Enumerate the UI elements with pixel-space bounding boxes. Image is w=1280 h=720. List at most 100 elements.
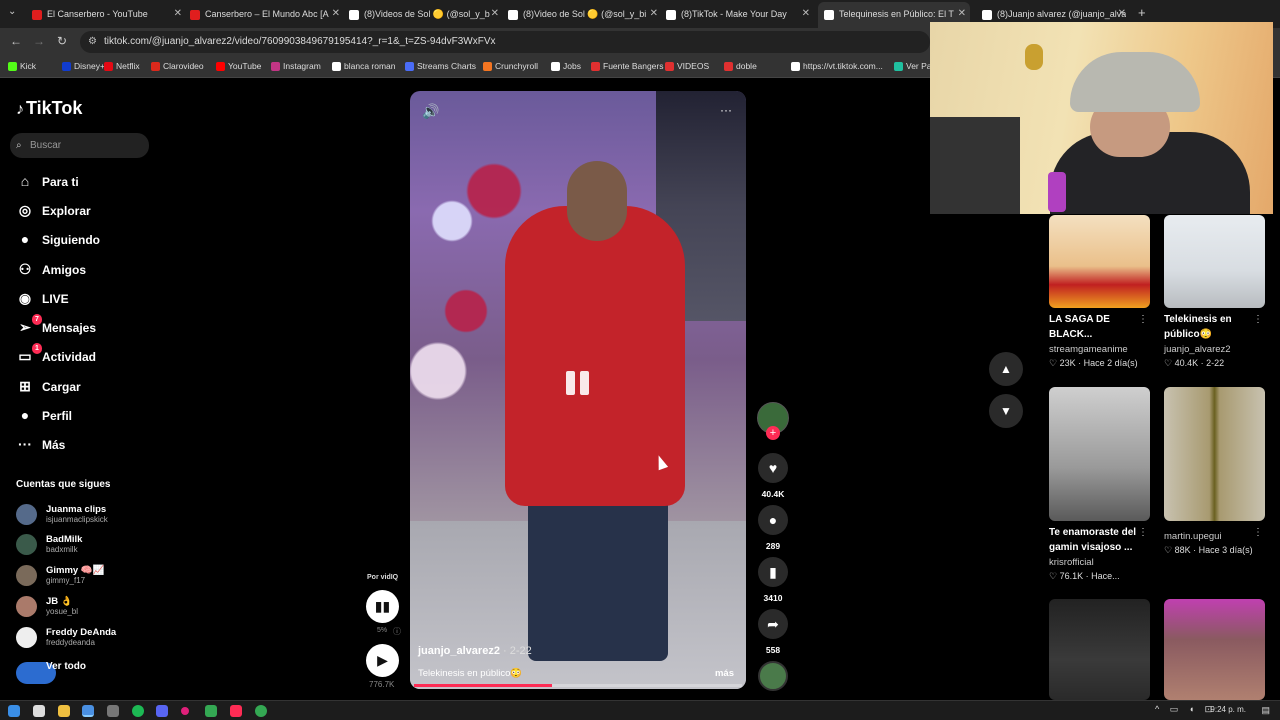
previous-video-button[interactable]: ▲	[989, 352, 1023, 386]
browser-tab[interactable]: Canserbero – El Mundo Abc [A ✕	[190, 4, 340, 24]
task-view-icon[interactable]	[33, 705, 45, 717]
bookmark-icon[interactable]: ▮	[758, 557, 788, 587]
related-video-card[interactable]: ⋮ Telekinesis en público😳 juanjo_alvarez…	[1164, 215, 1265, 369]
comment-icon[interactable]: ●	[758, 505, 788, 535]
card-title[interactable]: Te enamoraste del gamin visajoso ...	[1049, 525, 1150, 555]
browser-tab[interactable]: El Canserbero - YouTube ✕	[32, 4, 182, 24]
tiktok-logo[interactable]: ♪ TikTok	[16, 98, 82, 119]
account-name[interactable]: Juanma clips	[46, 504, 106, 515]
volume-icon[interactable]: 🔊	[422, 103, 439, 120]
avatar[interactable]	[16, 504, 37, 525]
music-disc-avatar[interactable]	[758, 661, 788, 691]
windows-start-icon[interactable]	[8, 705, 20, 717]
sidebar-item-home[interactable]: ⌂ Para ti	[16, 171, 79, 191]
chrome-icon[interactable]	[82, 705, 94, 717]
sidebar-item-activity[interactable]: ▭ 1 Actividad	[16, 343, 96, 366]
bookmark-item[interactable]: Clarovideo	[151, 61, 204, 72]
url-bar[interactable]: ⚙ tiktok.com/@juanjo_alvarez2/video/7609…	[80, 31, 930, 53]
play-button[interactable]: ▶	[366, 644, 399, 677]
close-tab-icon[interactable]: ✕	[491, 4, 499, 24]
heart-icon[interactable]: ♥	[758, 453, 788, 483]
comment-action[interactable]: ● 289	[758, 505, 788, 551]
video-author[interactable]: juanjo_alvarez2 · 2-22	[418, 645, 532, 657]
sidebar-item-more[interactable]: ··· Más	[16, 434, 65, 454]
card-author[interactable]: streamgameanime	[1049, 344, 1150, 355]
forward-icon[interactable]: →	[33, 34, 45, 48]
card-author[interactable]: krisrofficial	[1049, 557, 1150, 568]
chrome-profile-icon[interactable]	[255, 705, 267, 717]
account-name[interactable]: JB 👌	[46, 596, 73, 607]
site-info-icon[interactable]: ⚙	[88, 31, 97, 53]
share-icon[interactable]: ➦	[758, 609, 788, 639]
video-progress-bar[interactable]	[414, 684, 742, 687]
discord-icon[interactable]	[156, 705, 168, 717]
sidebar-item-friends[interactable]: ⚇ Amigos	[16, 259, 86, 279]
reload-icon[interactable]: ↻	[57, 34, 67, 48]
video-thumbnail[interactable]	[1049, 599, 1150, 700]
related-video-card[interactable]: ⋮ martin.upegui ♡ 88K · Hace 3 día(s)	[1164, 387, 1265, 556]
following-account[interactable]: BadMilk badxmilk	[16, 534, 146, 558]
card-menu-icon[interactable]: ⋮	[1253, 314, 1263, 325]
system-tray[interactable]: ^ ▭ ◖ ⊡	[1155, 704, 1216, 715]
bookmark-item[interactable]: VIDEOS	[665, 61, 709, 72]
video-player[interactable]: 🔊 ··· juanjo_alvarez2 · 2-22 Telekinesis…	[410, 91, 746, 689]
tiktok-app-icon[interactable]	[230, 705, 242, 717]
related-video-card[interactable]	[1164, 599, 1265, 700]
clock-app-icon[interactable]	[107, 705, 119, 717]
close-tab-icon[interactable]: ✕	[332, 4, 340, 24]
tab-search-icon[interactable]: ⌄	[8, 6, 16, 17]
card-menu-icon[interactable]: ⋮	[1253, 527, 1263, 538]
pause-icon[interactable]	[563, 371, 593, 405]
recording-icon[interactable]	[181, 707, 189, 715]
following-account[interactable]: Juanma clips isjuanmaclipskick	[16, 504, 146, 528]
save-action[interactable]: ▮ 3410	[758, 557, 788, 603]
avatar[interactable]	[16, 565, 37, 586]
sidebar-item-compass[interactable]: ◎ Explorar	[16, 200, 91, 220]
bookmark-item[interactable]: doble	[724, 61, 757, 72]
following-account[interactable]: JB 👌 yosue_bl	[16, 596, 146, 620]
like-action[interactable]: ♥ 40.4K	[758, 453, 788, 499]
more-options-icon[interactable]: ···	[720, 103, 732, 117]
bookmark-item[interactable]: Netflix	[104, 61, 140, 72]
close-tab-icon[interactable]: ✕	[650, 4, 658, 24]
browser-tab[interactable]: (8)Juanjo alvarez (@juanjo_alva ✕	[982, 4, 1126, 24]
card-author[interactable]: juanjo_alvarez2	[1164, 344, 1265, 355]
bookmark-item[interactable]: Fuente Bangers	[591, 61, 663, 72]
account-name[interactable]: Freddy DeAnda	[46, 627, 116, 638]
avatar[interactable]	[16, 596, 37, 617]
next-video-button[interactable]: ▼	[989, 394, 1023, 428]
account-name[interactable]: BadMilk	[46, 534, 82, 545]
bookmark-item[interactable]: Streams Charts	[405, 61, 476, 72]
video-thumbnail[interactable]	[1164, 599, 1265, 700]
author-name[interactable]: juanjo_alvarez2	[418, 645, 500, 657]
follow-plus-icon[interactable]: +	[766, 426, 780, 440]
card-menu-icon[interactable]: ⋮	[1138, 314, 1148, 325]
card-title[interactable]: LA SAGA DE BLACK...	[1049, 312, 1150, 342]
video-thumbnail[interactable]	[1164, 215, 1265, 308]
sidebar-item-following-avatar[interactable]: ● Siguiendo	[16, 229, 100, 249]
card-author[interactable]: martin.upegui	[1164, 531, 1265, 542]
bookmark-item[interactable]: YouTube	[216, 61, 261, 72]
related-video-card[interactable]	[1049, 599, 1150, 700]
notification-icon[interactable]: ▤	[1261, 705, 1270, 716]
vidiq-stats-button[interactable]: ▮▮	[366, 590, 399, 623]
browser-tab[interactable]: (8)Video de Sol 🟡 (@sol_y_bi ✕	[508, 4, 658, 24]
video-thumbnail[interactable]	[1164, 387, 1265, 521]
sidebar-item-upload[interactable]: ⊞ Cargar	[16, 376, 81, 396]
bookmark-item[interactable]: Instagram	[271, 61, 321, 72]
sidebar-item-messages[interactable]: ➢ 7 Mensajes	[16, 314, 96, 337]
video-thumbnail[interactable]	[1049, 387, 1150, 521]
bookmark-item[interactable]: Jobs	[551, 61, 581, 72]
chrome-profile-icon[interactable]	[205, 705, 217, 717]
browser-tab[interactable]: (8)TikTok - Make Your Day ✕	[666, 4, 810, 24]
following-account[interactable]: Freddy DeAnda freddydeanda	[16, 627, 146, 651]
browser-tab[interactable]: (8)Videos de Sol 🟡 (@sol_y_b ✕	[349, 4, 499, 24]
bookmark-item[interactable]: Ver Pa	[894, 61, 932, 72]
bookmark-item[interactable]: blanca roman	[332, 61, 396, 72]
account-name[interactable]: Gimmy 🧠📈	[46, 565, 105, 576]
search-input[interactable]: ⌕ Buscar	[10, 133, 149, 158]
following-account[interactable]: Gimmy 🧠📈 gimmy_f17	[16, 565, 146, 589]
close-tab-icon[interactable]: ✕	[1118, 4, 1126, 24]
card-menu-icon[interactable]: ⋮	[1138, 527, 1148, 538]
caption-more-link[interactable]: más	[715, 668, 734, 679]
